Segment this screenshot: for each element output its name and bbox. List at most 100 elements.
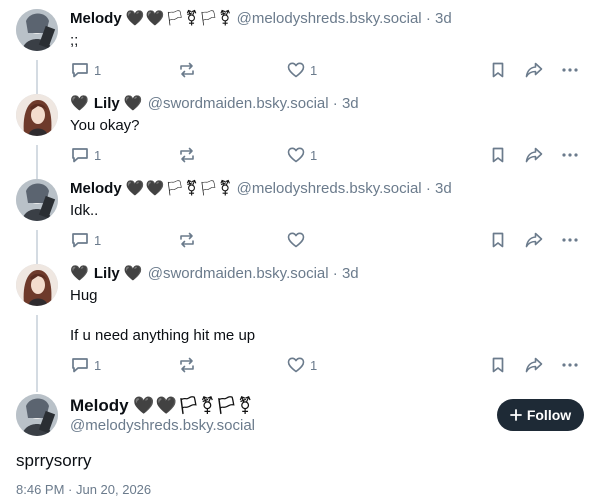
bookmark-button[interactable] bbox=[488, 144, 508, 166]
main-post-text: sprrysorry bbox=[16, 451, 92, 470]
repost-icon bbox=[180, 62, 194, 78]
author-name[interactable]: Melody bbox=[70, 180, 122, 197]
reply-button[interactable]: 1 bbox=[70, 229, 101, 251]
more-icon bbox=[562, 363, 578, 367]
reply-button[interactable]: 1 bbox=[70, 144, 101, 166]
author-name[interactable]: Lily bbox=[94, 265, 120, 282]
like-icon bbox=[287, 357, 305, 373]
follow-label: Follow bbox=[526, 407, 572, 423]
reply-count: 1 bbox=[94, 147, 102, 163]
author-flair-before: 🖤 bbox=[70, 95, 90, 112]
author-flair: 🖤🖤🏳⚧🏳⚧ bbox=[125, 180, 233, 197]
more-icon bbox=[562, 68, 578, 72]
separator-dot: · bbox=[332, 95, 338, 112]
bookmark-button[interactable] bbox=[488, 229, 508, 251]
post-text: If u need anything hit me up bbox=[70, 327, 256, 344]
share-icon bbox=[525, 232, 543, 248]
more-options-button[interactable] bbox=[560, 229, 580, 251]
post-header: 🖤 Lily 🖤 @swordmaiden.bsky.social · 3d bbox=[70, 264, 359, 284]
repost-icon bbox=[180, 147, 194, 163]
post-header: Melody 🖤🖤🏳⚧🏳⚧ @melodyshreds.bsky.social … bbox=[70, 179, 452, 199]
author-flair: 🖤🖤🏳⚧🏳⚧ bbox=[133, 396, 254, 415]
reply-icon bbox=[72, 358, 88, 373]
more-options-button[interactable] bbox=[560, 144, 580, 166]
reply-button[interactable]: 1 bbox=[70, 59, 101, 81]
author-flair-before: 🖤 bbox=[70, 265, 90, 282]
bookmark-button[interactable] bbox=[488, 59, 508, 81]
action-bar: 1 1 bbox=[70, 59, 590, 81]
repost-button[interactable] bbox=[177, 229, 197, 251]
post-time[interactable]: 3d bbox=[342, 95, 359, 112]
action-bar: 1 bbox=[70, 229, 590, 251]
share-icon bbox=[525, 62, 543, 78]
author-flair: 🖤 bbox=[123, 95, 144, 112]
follow-button[interactable]: Follow bbox=[497, 399, 584, 431]
separator-dot: · bbox=[332, 265, 338, 282]
repost-icon bbox=[180, 232, 194, 248]
post-text: Hug bbox=[70, 287, 98, 304]
reply-button[interactable]: 1 bbox=[70, 354, 101, 376]
like-count: 1 bbox=[310, 147, 318, 163]
like-button[interactable]: 1 bbox=[286, 144, 317, 166]
like-count: 1 bbox=[310, 357, 318, 373]
avatar[interactable] bbox=[16, 9, 58, 51]
repost-button[interactable] bbox=[177, 354, 197, 376]
author-name[interactable]: Lily bbox=[94, 95, 120, 112]
action-bar: 1 1 bbox=[70, 144, 590, 166]
share-button[interactable] bbox=[524, 354, 544, 376]
main-post-author: Melody 🖤🖤🏳⚧🏳⚧ bbox=[70, 395, 253, 417]
repost-button[interactable] bbox=[177, 59, 197, 81]
repost-button[interactable] bbox=[177, 144, 197, 166]
share-button[interactable] bbox=[524, 144, 544, 166]
bookmark-icon bbox=[492, 232, 504, 248]
share-button[interactable] bbox=[524, 59, 544, 81]
author-flair: 🖤🖤🏳⚧🏳⚧ bbox=[125, 10, 233, 27]
thread-post[interactable]: 🖤 Lily 🖤 @swordmaiden.bsky.social · 3d H… bbox=[0, 264, 605, 386]
share-icon bbox=[525, 357, 543, 373]
more-icon bbox=[562, 153, 578, 157]
more-options-button[interactable] bbox=[560, 354, 580, 376]
bookmark-icon bbox=[492, 62, 504, 78]
separator-dot: · bbox=[425, 180, 431, 197]
author-handle[interactable]: @melodyshreds.bsky.social bbox=[237, 10, 422, 27]
more-options-button[interactable] bbox=[560, 59, 580, 81]
thread-post[interactable]: 🖤 Lily 🖤 @swordmaiden.bsky.social · 3d Y… bbox=[0, 94, 605, 176]
action-bar: 1 1 bbox=[70, 354, 590, 376]
bookmark-icon bbox=[492, 147, 504, 163]
thread-post[interactable]: Melody 🖤🖤🏳⚧🏳⚧ @melodyshreds.bsky.social … bbox=[0, 9, 605, 91]
post-header: Melody 🖤🖤🏳⚧🏳⚧ @melodyshreds.bsky.social … bbox=[70, 9, 452, 29]
more-icon bbox=[562, 238, 578, 242]
bookmark-button[interactable] bbox=[488, 354, 508, 376]
avatar[interactable] bbox=[16, 94, 58, 136]
like-icon bbox=[287, 232, 305, 248]
reply-count: 1 bbox=[94, 62, 102, 78]
reply-icon bbox=[72, 63, 88, 78]
main-post-handle[interactable]: @melodyshreds.bsky.social bbox=[70, 416, 255, 436]
post-time[interactable]: 3d bbox=[435, 10, 452, 27]
reply-count: 1 bbox=[94, 232, 102, 248]
like-button[interactable]: 1 bbox=[286, 354, 317, 376]
main-post-avatar[interactable] bbox=[16, 394, 58, 436]
post-time[interactable]: 3d bbox=[342, 265, 359, 282]
thread-post[interactable]: Melody 🖤🖤🏳⚧🏳⚧ @melodyshreds.bsky.social … bbox=[0, 179, 605, 261]
avatar[interactable] bbox=[16, 179, 58, 221]
author-flair: 🖤 bbox=[123, 265, 144, 282]
author-name[interactable]: Melody bbox=[70, 10, 122, 27]
author-handle[interactable]: @melodyshreds.bsky.social bbox=[237, 180, 422, 197]
plus-icon bbox=[509, 409, 522, 421]
repost-icon bbox=[180, 357, 194, 373]
post-time[interactable]: 3d bbox=[435, 180, 452, 197]
like-button[interactable] bbox=[286, 229, 310, 251]
separator-dot: · bbox=[425, 10, 431, 27]
author-name[interactable]: Melody bbox=[70, 396, 129, 415]
post-text: Idk.. bbox=[70, 202, 99, 219]
main-post-date[interactable]: 8:46 PM · Jun 20, 2026 bbox=[16, 482, 151, 498]
author-handle[interactable]: @swordmaiden.bsky.social bbox=[148, 265, 329, 282]
author-handle[interactable]: @swordmaiden.bsky.social bbox=[148, 95, 329, 112]
reply-icon bbox=[72, 233, 88, 248]
avatar[interactable] bbox=[16, 264, 58, 306]
bookmark-icon bbox=[492, 357, 504, 373]
share-button[interactable] bbox=[524, 229, 544, 251]
like-button[interactable]: 1 bbox=[286, 59, 317, 81]
post-text: You okay? bbox=[70, 117, 140, 134]
